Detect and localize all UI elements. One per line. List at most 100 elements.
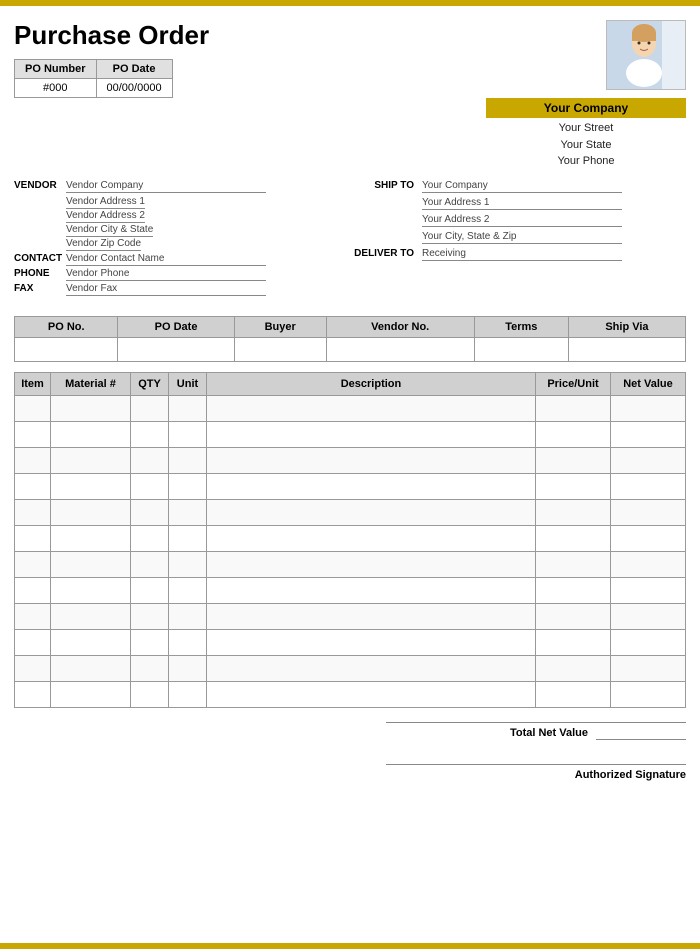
table-row — [15, 499, 686, 525]
table-cell — [51, 577, 131, 603]
table-cell — [169, 655, 207, 681]
table-cell — [207, 395, 536, 421]
table-cell — [536, 655, 611, 681]
vendor-phone: Vendor Phone — [66, 268, 266, 281]
table-row — [15, 473, 686, 499]
order-ship-via — [568, 337, 685, 361]
table-cell — [131, 447, 169, 473]
vendor-section: VENDOR Vendor Company Vendor Address 1 V… — [14, 180, 354, 298]
table-cell — [169, 525, 207, 551]
ship-address1: Your Address 1 — [422, 197, 622, 210]
table-cell — [207, 577, 536, 603]
vendor-company: Vendor Company — [66, 180, 266, 193]
ship-to-label: SHIP TO — [354, 180, 422, 191]
table-cell — [611, 681, 686, 707]
table-cell — [207, 447, 536, 473]
table-cell — [169, 395, 207, 421]
table-cell — [51, 395, 131, 421]
table-cell — [169, 473, 207, 499]
page-title: Purchase Order — [14, 20, 209, 51]
table-cell — [169, 629, 207, 655]
ship-city-state-zip: Your City, State & Zip — [422, 231, 622, 244]
deliver-to-row: DELIVER TO Receiving — [354, 248, 686, 261]
order-info-section: PO No. PO Date Buyer Vendor No. Terms Sh… — [14, 316, 686, 362]
table-cell — [207, 421, 536, 447]
order-vendor-no — [326, 337, 474, 361]
table-row — [15, 395, 686, 421]
table-cell — [169, 551, 207, 577]
table-cell — [131, 681, 169, 707]
vendor-fax: Vendor Fax — [66, 283, 266, 296]
po-info-table: PO Number PO Date #000 00/00/0000 — [14, 59, 173, 98]
ship-address2-row: Your Address 2 — [422, 214, 686, 227]
table-cell — [131, 421, 169, 447]
order-terms — [474, 337, 568, 361]
table-row — [15, 603, 686, 629]
table-cell — [207, 655, 536, 681]
table-cell — [536, 499, 611, 525]
item-header-price: Price/Unit — [536, 372, 611, 395]
order-header-po-no: PO No. — [15, 316, 118, 337]
item-header-net-value: Net Value — [611, 372, 686, 395]
table-cell — [15, 577, 51, 603]
company-name: Your Company — [486, 98, 686, 118]
table-cell — [15, 473, 51, 499]
signature-section: Authorized Signature — [14, 764, 686, 781]
table-cell — [207, 629, 536, 655]
table-cell — [536, 447, 611, 473]
table-cell — [15, 421, 51, 447]
table-cell — [536, 551, 611, 577]
item-header-unit: Unit — [169, 372, 207, 395]
table-row — [15, 551, 686, 577]
order-buyer — [234, 337, 326, 361]
table-cell — [536, 603, 611, 629]
table-cell — [169, 499, 207, 525]
ship-address1-row: Your Address 1 — [422, 197, 686, 210]
table-cell — [611, 629, 686, 655]
contact-label: CONTACT — [14, 253, 66, 264]
table-cell — [207, 473, 536, 499]
order-po-date — [118, 337, 234, 361]
signature-row: Authorized Signature — [386, 764, 686, 781]
table-cell — [15, 603, 51, 629]
table-row — [15, 525, 686, 551]
company-state: Your State — [486, 137, 686, 154]
table-row — [15, 681, 686, 707]
vendor-row: VENDOR Vendor Company — [14, 180, 354, 193]
items-table: Item Material # QTY Unit Description Pri… — [14, 372, 686, 708]
table-cell — [536, 629, 611, 655]
table-cell — [536, 473, 611, 499]
table-cell — [169, 681, 207, 707]
total-section: Total Net Value — [14, 722, 686, 740]
fax-label: FAX — [14, 283, 66, 294]
table-cell — [611, 577, 686, 603]
order-header-vendor-no: Vendor No. — [326, 316, 474, 337]
table-cell — [611, 551, 686, 577]
table-cell — [536, 395, 611, 421]
vendor-citystate-row: Vendor City & State — [66, 223, 354, 235]
po-number-header: PO Number — [15, 60, 97, 79]
table-cell — [169, 577, 207, 603]
table-cell — [611, 447, 686, 473]
table-row — [15, 447, 686, 473]
table-cell — [131, 577, 169, 603]
table-cell — [51, 499, 131, 525]
table-cell — [131, 603, 169, 629]
order-header-po-date: PO Date — [118, 316, 234, 337]
ship-citystate-row: Your City, State & Zip — [422, 231, 686, 244]
table-cell — [51, 603, 131, 629]
company-address: Your Street Your State Your Phone — [486, 120, 686, 170]
table-cell — [611, 395, 686, 421]
vendor-ship-section: VENDOR Vendor Company Vendor Address 1 V… — [14, 180, 686, 298]
table-cell — [131, 551, 169, 577]
table-cell — [611, 603, 686, 629]
header-row: Purchase Order PO Number PO Date #000 00… — [14, 20, 686, 170]
item-header-description: Description — [207, 372, 536, 395]
table-cell — [611, 499, 686, 525]
vendor-address1: Vendor Address 1 — [66, 196, 145, 209]
table-cell — [15, 395, 51, 421]
table-cell — [207, 603, 536, 629]
vendor-zip-row: Vendor Zip Code — [66, 237, 354, 249]
order-po-no — [15, 337, 118, 361]
table-cell — [15, 629, 51, 655]
